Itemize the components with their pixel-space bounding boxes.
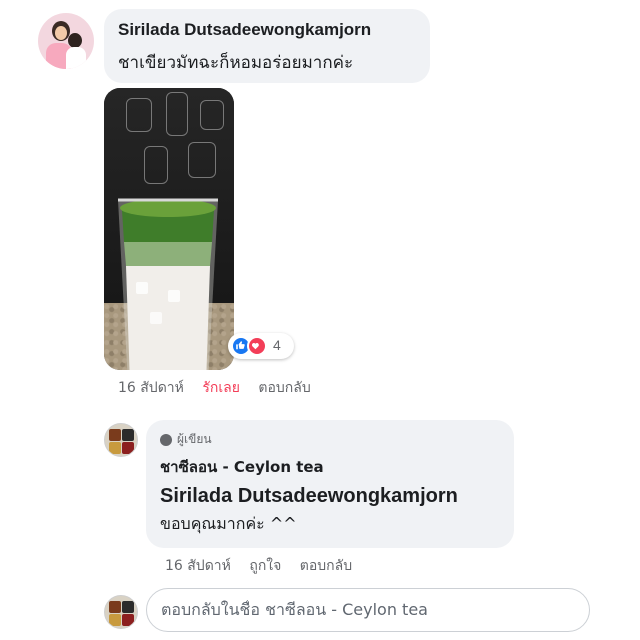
reply-actions: 16 สัปดาห์ ถูกใจ ตอบกลับ [165, 555, 366, 577]
reply-button[interactable]: ตอบกลับ [258, 377, 310, 399]
comment-text: ชาเขียวมัทฉะก็หอมอร่อยมากค่ะ [118, 53, 354, 73]
comment-actions: 16 สัปดาห์ รักเลย ตอบกลับ [118, 377, 325, 399]
reply-input[interactable] [161, 600, 575, 619]
comment-author[interactable]: Sirilada Dutsadeewongkamjorn [118, 20, 416, 40]
comment-photo[interactable] [104, 88, 234, 370]
author-badge-icon [160, 433, 172, 446]
love-reaction-button[interactable]: รักเลย [202, 377, 240, 399]
reply-timestamp[interactable]: 16 สัปดาห์ [165, 555, 231, 577]
page-avatar[interactable] [104, 423, 138, 457]
reply-bubble: ผู้เขียน ชาซีลอน - Ceylon tea Sirilada D… [146, 420, 514, 548]
comment-bubble: Sirilada Dutsadeewongkamjorn ชาเขียวมัทฉ… [104, 9, 430, 83]
reaction-count: 4 [273, 337, 281, 353]
reply-input-box[interactable] [146, 588, 590, 632]
author-badge-label: ผู้เขียน [177, 432, 212, 446]
like-button[interactable]: ถูกใจ [249, 555, 281, 577]
commenter-avatar[interactable] [38, 13, 94, 69]
reply-author[interactable]: ชาซีลอน - Ceylon tea [160, 455, 500, 479]
reply-text: ขอบคุณมากค่ะ ^^ [160, 514, 297, 533]
page-avatar-input [104, 595, 138, 629]
matcha-latte-cup [118, 198, 218, 370]
mention-tag[interactable]: Sirilada Dutsadeewongkamjorn [160, 485, 500, 508]
reaction-summary[interactable]: 4 [228, 333, 294, 359]
love-icon [247, 336, 267, 356]
comment-timestamp[interactable]: 16 สัปดาห์ [118, 377, 184, 399]
reply-reply-button[interactable]: ตอบกลับ [300, 555, 352, 577]
author-badge: ผู้เขียน [160, 430, 500, 449]
